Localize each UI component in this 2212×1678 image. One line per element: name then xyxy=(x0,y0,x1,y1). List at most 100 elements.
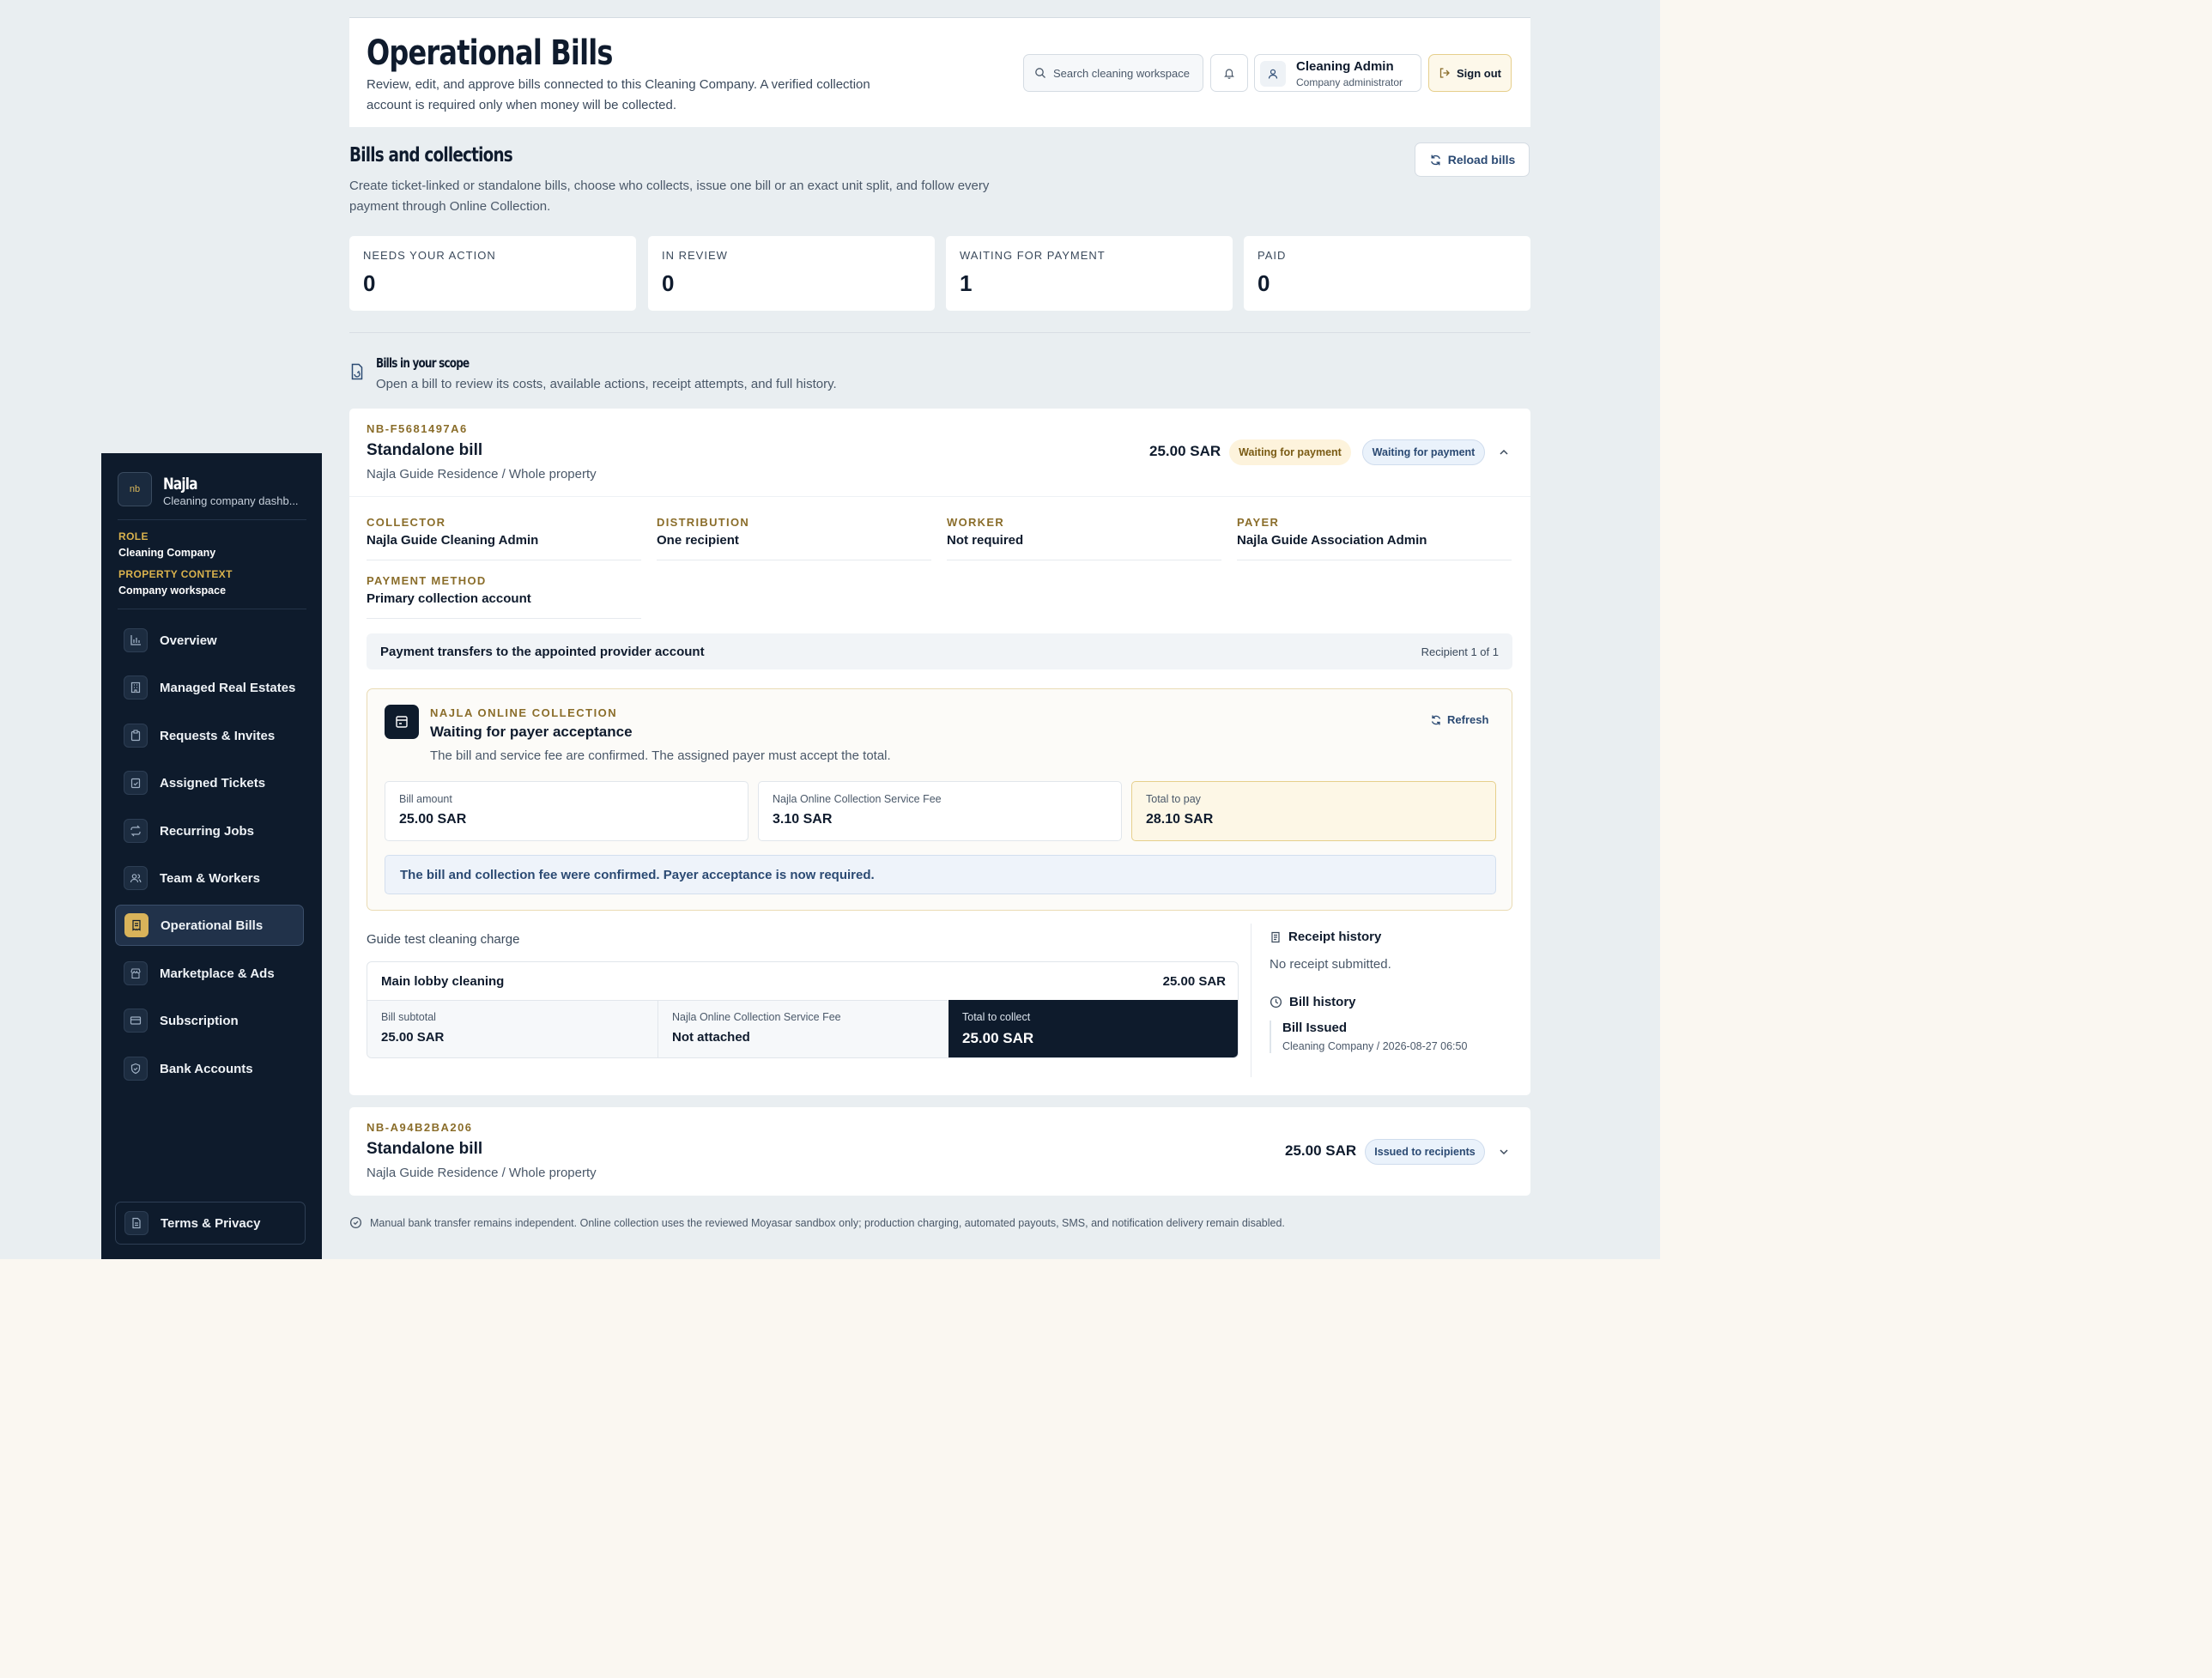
reload-bills-label: Reload bills xyxy=(1447,153,1516,167)
sidebar-item-managed-real-estates[interactable]: Managed Real Estates xyxy=(115,667,304,708)
stat-label: PAID xyxy=(1258,249,1287,262)
user-menu[interactable]: Cleaning Admin Company administrator xyxy=(1254,54,1421,92)
store-icon xyxy=(124,961,148,985)
section-title: Bills and collections xyxy=(349,144,513,167)
field-value-distribution: One recipient xyxy=(657,533,739,548)
bill-card-expanded: NB-F5681497A6 Standalone bill Najla Guid… xyxy=(349,409,1530,1095)
section-description: Create ticket-linked or standalone bills… xyxy=(349,179,990,214)
bar-chart-icon xyxy=(124,628,148,652)
stat-in-review[interactable]: IN REVIEW 0 xyxy=(648,236,935,311)
footnote-text: Manual bank transfer remains independent… xyxy=(370,1216,1285,1229)
sidebar-item-label: Managed Real Estates xyxy=(160,680,296,695)
user-icon xyxy=(1260,61,1286,87)
sign-out-icon xyxy=(1439,67,1451,79)
clock-icon xyxy=(1270,996,1282,1009)
page-description: Review, edit, and approve bills connecte… xyxy=(367,77,870,112)
bill-subtitle: Najla Guide Residence / Whole property xyxy=(367,467,597,482)
building-icon xyxy=(124,675,148,700)
bill-card-header[interactable]: NB-F5681497A6 Standalone bill Najla Guid… xyxy=(349,409,1530,496)
search-icon xyxy=(1034,67,1046,79)
card-icon xyxy=(124,1009,148,1033)
stat-value: 0 xyxy=(1258,270,1270,296)
terms-privacy-label: Terms & Privacy xyxy=(161,1215,261,1231)
stat-paid[interactable]: PAID 0 xyxy=(1244,236,1530,311)
line-items-table: Main lobby cleaning 25.00 SAR Bill subto… xyxy=(367,961,1239,1058)
confirmation-text: The bill and collection fee were confirm… xyxy=(400,868,875,882)
bill-subtitle: Najla Guide Residence / Whole property xyxy=(367,1166,597,1180)
status-badge: Waiting for payment xyxy=(1362,439,1485,465)
bill-amount: 25.00 SAR xyxy=(1285,1142,1357,1159)
status-badge: Waiting for payment xyxy=(1229,439,1351,465)
sign-out-button[interactable]: Sign out xyxy=(1428,54,1512,92)
repeat-icon xyxy=(124,819,148,843)
sidebar-item-overview[interactable]: Overview xyxy=(115,620,304,661)
bell-icon xyxy=(1223,67,1235,79)
brand-logo: nb xyxy=(118,472,152,506)
receipt-history-title: Receipt history xyxy=(1288,930,1382,944)
online-collection-description: The bill and service fee are confirmed. … xyxy=(430,748,891,763)
total-label: Total to collect xyxy=(962,1011,1031,1023)
sidebar-item-team-workers[interactable]: Team & Workers xyxy=(115,857,304,899)
line-item-row: Main lobby cleaning 25.00 SAR xyxy=(367,962,1238,1000)
history-entry-meta: Cleaning Company / 2026-08-27 06:50 xyxy=(1282,1040,1468,1052)
bill-id: NB-A94B2BA206 xyxy=(367,1121,473,1134)
sidebar-item-marketplace-ads[interactable]: Marketplace & Ads xyxy=(115,953,304,994)
receipt-history-empty: No receipt submitted. xyxy=(1270,957,1391,972)
field-value-payment-method: Primary collection account xyxy=(367,591,531,606)
field-label-collector: COLLECTOR xyxy=(367,516,446,529)
property-context-label: PROPERTY CONTEXT xyxy=(118,568,233,580)
page-header: Operational Bills Review, edit, and appr… xyxy=(349,17,1530,127)
clipboard-check-icon xyxy=(124,771,148,795)
sidebar-item-requests-invites[interactable]: Requests & Invites xyxy=(115,715,304,756)
status-badge: Issued to recipients xyxy=(1365,1139,1485,1165)
bill-card-collapsed[interactable]: NB-A94B2BA206 Standalone bill Najla Guid… xyxy=(349,1107,1530,1196)
stat-needs-action[interactable]: NEEDS YOUR ACTION 0 xyxy=(349,236,636,311)
bill-id: NB-F5681497A6 xyxy=(367,422,468,435)
field-label-worker: WORKER xyxy=(947,516,1005,529)
fee-label: Total to pay xyxy=(1146,793,1201,805)
chevron-up-icon[interactable] xyxy=(1494,442,1514,463)
field-value-payer: Najla Guide Association Admin xyxy=(1237,533,1427,548)
refresh-label: Refresh xyxy=(1447,713,1489,726)
sidebar-item-operational-bills[interactable]: Operational Bills xyxy=(115,905,304,946)
shield-check-icon xyxy=(124,1057,148,1081)
section-divider xyxy=(349,332,1530,333)
transfer-recipient: Recipient 1 of 1 xyxy=(1421,645,1499,658)
fee-value: 28.10 SAR xyxy=(1146,812,1214,827)
receipt-icon xyxy=(124,913,148,937)
stat-label: NEEDS YOUR ACTION xyxy=(363,249,496,262)
users-icon xyxy=(124,866,148,890)
sidebar-item-recurring-jobs[interactable]: Recurring Jobs xyxy=(115,810,304,851)
stat-label: IN REVIEW xyxy=(662,249,728,262)
search-box[interactable] xyxy=(1023,54,1203,92)
reload-bills-button[interactable]: Reload bills xyxy=(1415,142,1530,177)
stat-waiting-payment[interactable]: WAITING FOR PAYMENT 1 xyxy=(946,236,1233,311)
sidebar: nb Najla Cleaning company dashb... ROLE … xyxy=(101,453,322,1259)
chevron-down-icon[interactable] xyxy=(1494,1142,1514,1162)
history-entry-title: Bill Issued xyxy=(1282,1021,1348,1035)
scope-description: Open a bill to review its costs, availab… xyxy=(376,377,837,391)
notifications-button[interactable] xyxy=(1210,54,1248,92)
terms-privacy-link[interactable]: Terms & Privacy xyxy=(115,1202,306,1245)
role-label: ROLE xyxy=(118,530,148,542)
search-input[interactable] xyxy=(1053,66,1199,80)
sidebar-item-subscription[interactable]: Subscription xyxy=(115,1000,304,1041)
refresh-button[interactable]: Refresh xyxy=(1430,713,1488,726)
file-refresh-icon xyxy=(349,363,365,385)
sidebar-item-bank-accounts[interactable]: Bank Accounts xyxy=(115,1048,304,1089)
sidebar-item-assigned-tickets[interactable]: Assigned Tickets xyxy=(115,762,304,803)
field-value-collector: Najla Guide Cleaning Admin xyxy=(367,533,539,548)
brand-subtitle: Cleaning company dashb... xyxy=(163,494,299,507)
shield-check-icon xyxy=(349,1216,362,1229)
transfer-banner: Payment transfers to the appointed provi… xyxy=(367,633,1512,669)
online-collection-title: Waiting for payer acceptance xyxy=(430,724,633,740)
total-label: Bill subtotal xyxy=(381,1011,436,1023)
field-underline xyxy=(367,618,641,619)
stat-value: 0 xyxy=(662,270,675,296)
total-value: 25.00 SAR xyxy=(381,1030,445,1045)
field-label-payer: PAYER xyxy=(1237,516,1280,529)
brand[interactable]: nb Najla Cleaning company dashb... xyxy=(118,472,306,510)
scope-title: Bills in your scope xyxy=(376,355,470,371)
history-entry: Bill Issued Cleaning Company / 2026-08-2… xyxy=(1270,1021,1467,1053)
bill-amount: 25.00 SAR xyxy=(1149,443,1221,459)
